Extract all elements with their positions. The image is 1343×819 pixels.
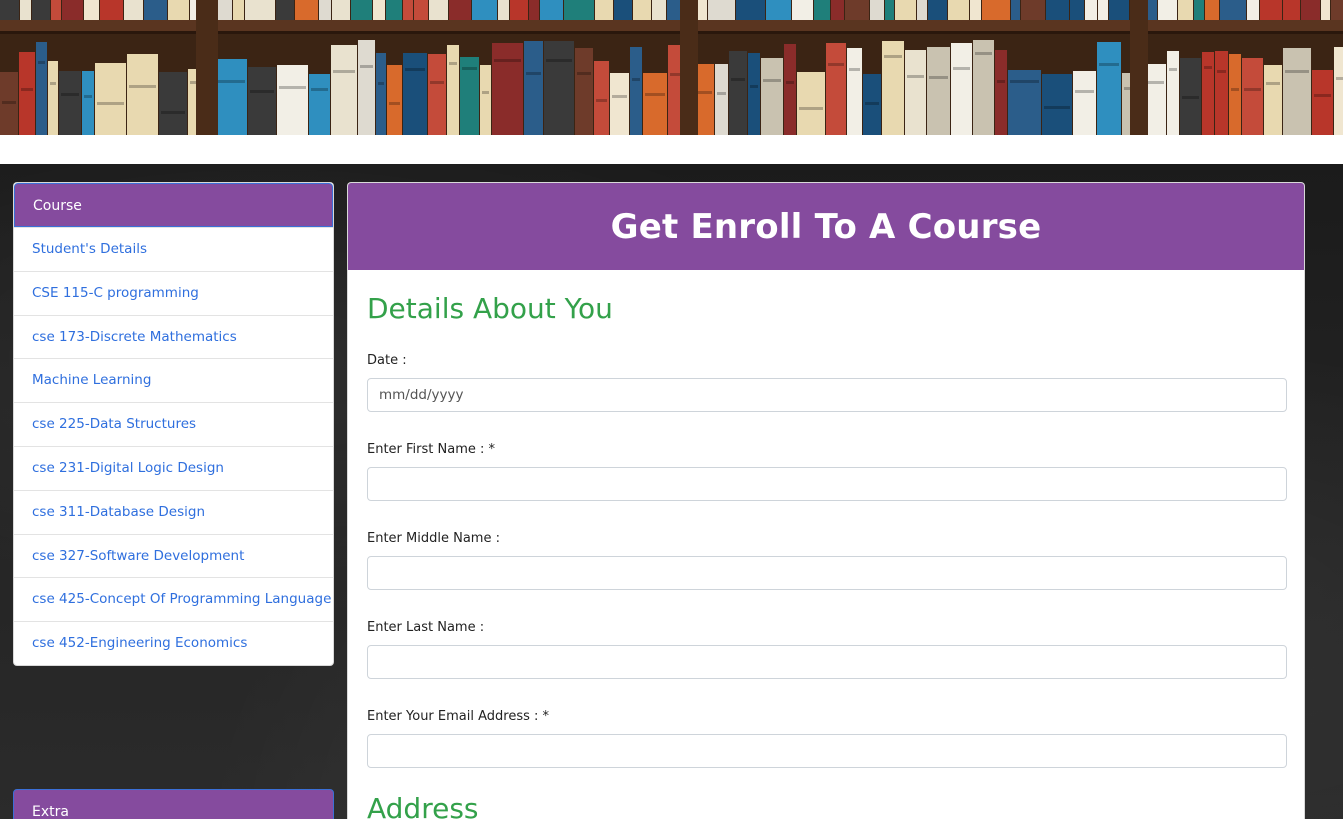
sidebar-item-students-details[interactable]: Student's Details	[14, 227, 333, 271]
first-name-label: Enter First Name : *	[367, 442, 496, 457]
middle-name-input[interactable]	[367, 556, 1287, 590]
middle-name-label: Enter Middle Name :	[367, 531, 500, 546]
date-input[interactable]	[367, 378, 1287, 412]
sidebar-item-cse311[interactable]: cse 311-Database Design	[14, 489, 333, 534]
email-label: Enter Your Email Address : *	[367, 709, 550, 724]
sidebar-header-extra: Extra	[13, 789, 334, 819]
sidebar-item-cse173[interactable]: cse 173-Discrete Mathematics	[14, 314, 333, 359]
enroll-form-header: Get Enroll To A Course	[348, 183, 1304, 270]
date-label: Date :	[367, 353, 407, 368]
last-name-input[interactable]	[367, 645, 1287, 679]
sidebar-header-course: Course	[14, 183, 333, 227]
first-name-input[interactable]	[367, 467, 1287, 501]
page-title: Get Enroll To A Course	[610, 206, 1042, 247]
sidebar-item-cse115[interactable]: CSE 115-C programming	[14, 270, 333, 315]
sidebar-item-cse225[interactable]: cse 225-Data Structures	[14, 402, 333, 446]
enroll-form-card: Get Enroll To A Course Details About You…	[347, 182, 1305, 819]
sidebar-item-cse231[interactable]: cse 231-Digital Logic Design	[14, 445, 333, 490]
sidebar-item-cse452[interactable]: cse 452-Engineering Economics	[14, 621, 333, 665]
sidebar-item-cse425[interactable]: cse 425-Concept Of Programming Language	[14, 577, 333, 621]
last-name-label: Enter Last Name :	[367, 620, 485, 635]
enroll-form: Details About You Date : Enter First Nam…	[348, 270, 1304, 819]
sidebar-item-cse327[interactable]: cse 327-Software Development	[14, 533, 333, 578]
section-title-address: Address	[367, 792, 479, 819]
section-title-details: Details About You	[367, 292, 613, 325]
sidebar-item-machine-learning[interactable]: Machine Learning	[14, 358, 333, 402]
course-sidebar: Course Student's Details CSE 115-C progr…	[13, 182, 334, 666]
bookshelf-banner-image	[0, 0, 1343, 135]
email-input[interactable]	[367, 734, 1287, 768]
